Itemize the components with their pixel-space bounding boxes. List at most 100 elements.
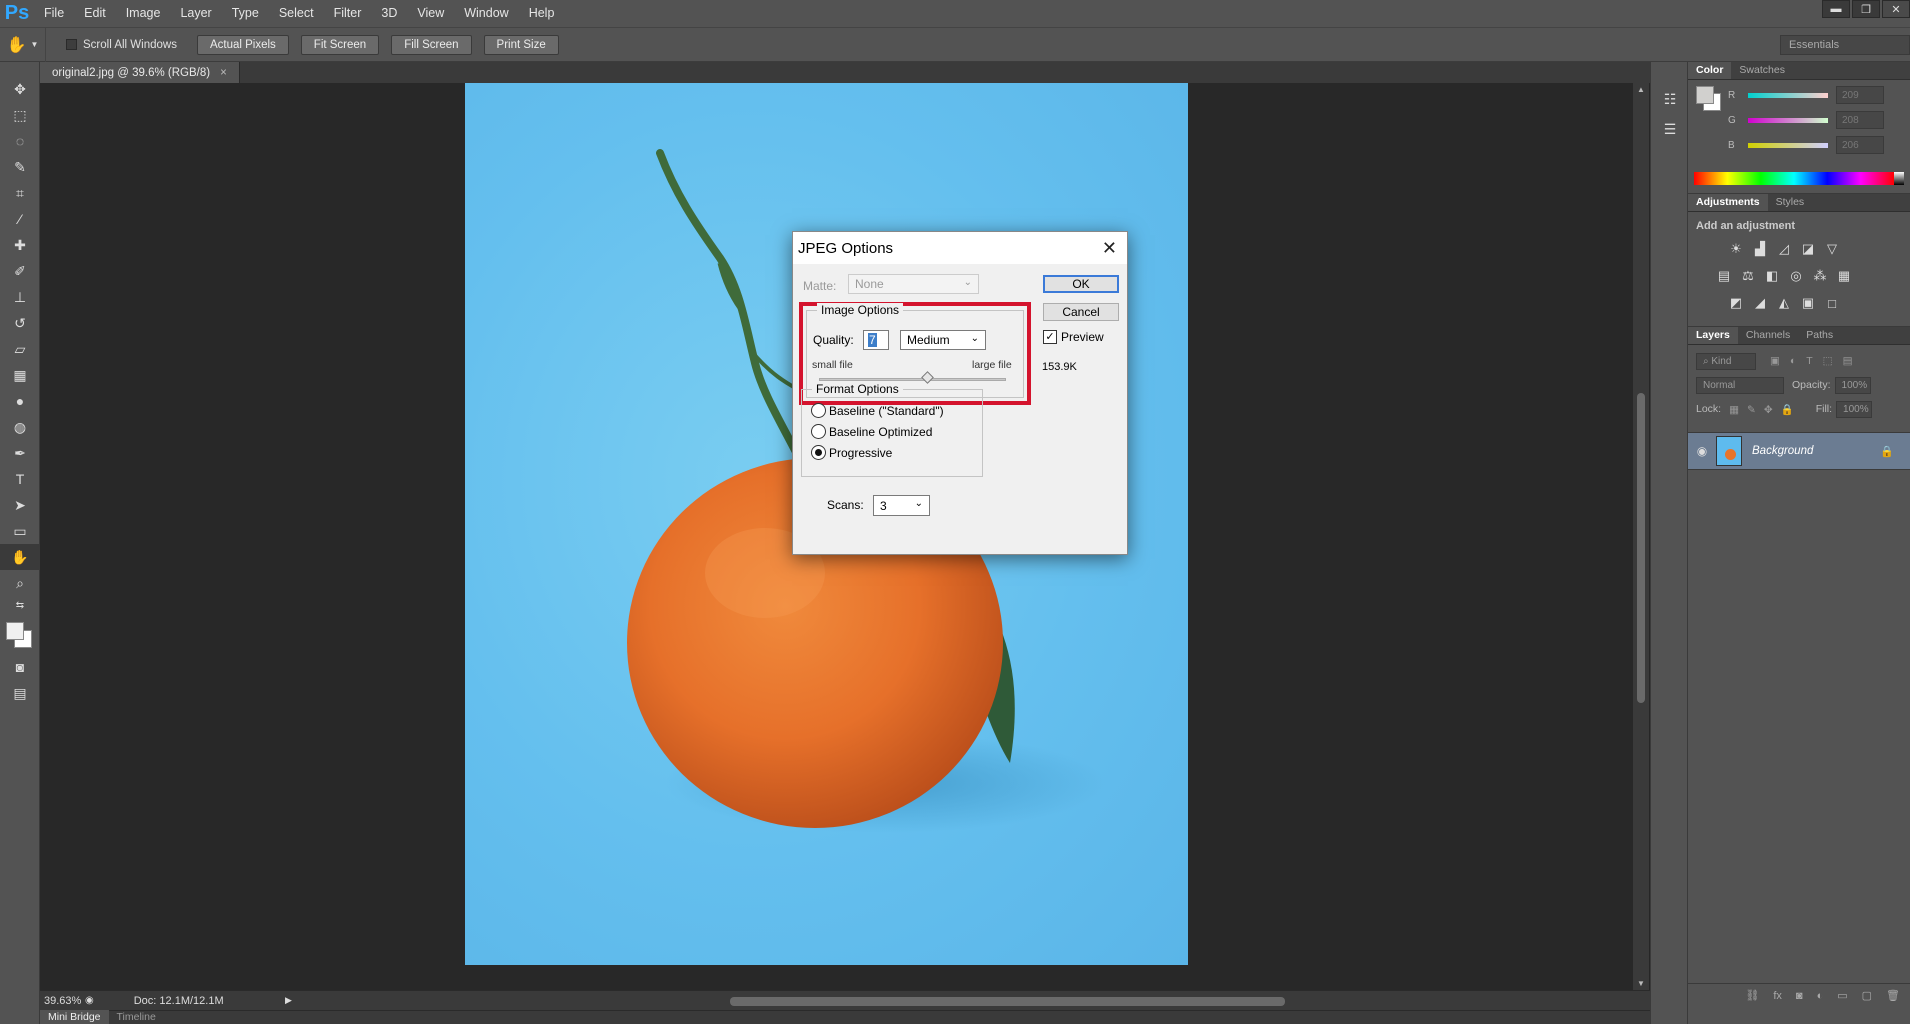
new-adjustment-icon[interactable]: ◐ xyxy=(1817,990,1824,1002)
zoom-level[interactable]: 39.63% xyxy=(40,995,85,1007)
menu-file[interactable]: File xyxy=(34,0,74,27)
scroll-all-windows-checkbox[interactable]: Scroll All Windows xyxy=(66,39,177,51)
blend-mode-select[interactable]: Normal xyxy=(1696,376,1784,394)
document-tab[interactable]: original2.jpg @ 39.6% (RGB/8) × xyxy=(40,62,240,83)
lock-icons[interactable]: ▦✎✥🔒 xyxy=(1729,403,1802,416)
fill-screen-button[interactable]: Fill Screen xyxy=(391,34,472,55)
channel-b-value[interactable]: 206 xyxy=(1836,136,1884,154)
lasso-tool-icon[interactable]: ◌ xyxy=(0,128,40,154)
color-foreground-swatch[interactable] xyxy=(1696,86,1714,104)
black-white-ramp[interactable] xyxy=(1894,172,1904,185)
menu-filter[interactable]: Filter xyxy=(324,0,372,27)
radio-baseline-optimized[interactable] xyxy=(811,424,826,439)
layer-filter-icons[interactable]: ▣◐T⬚▤ xyxy=(1770,355,1863,367)
scroll-up-icon[interactable]: ▲ xyxy=(1637,85,1645,94)
zoom-tool-icon[interactable]: ⌕ xyxy=(0,570,40,596)
fit-screen-button[interactable]: Fit Screen xyxy=(300,34,380,55)
preview-checkbox[interactable]: ✓ xyxy=(1043,330,1057,344)
close-window-button[interactable]: ✕ xyxy=(1882,0,1910,18)
format-baseline-standard[interactable]: Baseline ("Standard") xyxy=(811,403,944,418)
curves-icon[interactable]: ◿ xyxy=(1772,238,1796,260)
vibrance-icon[interactable]: ▽ xyxy=(1820,238,1844,260)
menu-3d[interactable]: 3D xyxy=(371,0,407,27)
layer-name[interactable]: Background xyxy=(1752,445,1813,457)
quick-select-tool-icon[interactable]: ✎ xyxy=(0,154,40,180)
menu-type[interactable]: Type xyxy=(222,0,269,27)
brush-tool-icon[interactable]: ✐ xyxy=(0,258,40,284)
selective-color-icon[interactable]: □ xyxy=(1820,292,1844,314)
threshold-icon[interactable]: ◭ xyxy=(1772,292,1796,314)
hand-tool-preset-icon[interactable]: ✋ ▼ xyxy=(0,27,46,62)
preview-checkbox-row[interactable]: ✓ Preview xyxy=(1043,330,1104,344)
rectangle-tool-icon[interactable]: ▭ xyxy=(0,518,40,544)
layer-kind-filter[interactable]: ⌕ Kind xyxy=(1696,352,1756,370)
workspace-select[interactable]: Essentials xyxy=(1780,35,1910,55)
close-tab-icon[interactable]: × xyxy=(220,67,227,79)
clone-stamp-tool-icon[interactable]: ⊥ xyxy=(0,284,40,310)
ok-button[interactable]: OK xyxy=(1043,275,1119,293)
minimize-button[interactable]: ▬ xyxy=(1822,0,1850,18)
opacity-input[interactable]: 100% xyxy=(1834,376,1871,394)
quick-mask-icon[interactable]: ◙ xyxy=(0,654,40,680)
quality-slider-track[interactable] xyxy=(819,378,1006,381)
channel-r-value[interactable]: 209 xyxy=(1836,86,1884,104)
restore-button[interactable]: ❐ xyxy=(1852,0,1880,18)
scroll-down-icon[interactable]: ▼ xyxy=(1637,979,1645,988)
horizontal-scroll-thumb[interactable] xyxy=(730,997,1285,1006)
tab-styles[interactable]: Styles xyxy=(1768,194,1813,211)
levels-icon[interactable]: ▟ xyxy=(1748,238,1772,260)
menu-view[interactable]: View xyxy=(407,0,454,27)
gradient-map-icon[interactable]: ▣ xyxy=(1796,292,1820,314)
swap-colors-icon[interactable]: ⇆ xyxy=(0,596,40,614)
photo-filter-icon[interactable]: ◎ xyxy=(1784,265,1808,287)
menu-edit[interactable]: Edit xyxy=(74,0,116,27)
healing-brush-tool-icon[interactable]: ✚ xyxy=(0,232,40,258)
format-progressive[interactable]: Progressive xyxy=(811,445,892,460)
scans-select[interactable]: 3 ⌄ xyxy=(873,495,930,516)
color-lookup-icon[interactable]: ▦ xyxy=(1832,265,1856,287)
format-baseline-optimized[interactable]: Baseline Optimized xyxy=(811,424,932,439)
crop-tool-icon[interactable]: ⌗ xyxy=(0,180,40,206)
color-spectrum[interactable] xyxy=(1694,172,1894,185)
visibility-eye-icon[interactable]: ◉ xyxy=(1688,444,1716,458)
posterize-icon[interactable]: ◢ xyxy=(1748,292,1772,314)
gradient-tool-icon[interactable]: ▦ xyxy=(0,362,40,388)
channel-mixer-icon[interactable]: ⁂ xyxy=(1808,265,1832,287)
tab-paths[interactable]: Paths xyxy=(1798,327,1841,344)
layer-background[interactable]: ◉ Background 🔒 xyxy=(1688,432,1910,470)
channel-b-slider[interactable] xyxy=(1748,142,1828,148)
menu-select[interactable]: Select xyxy=(269,0,324,27)
tab-color[interactable]: Color xyxy=(1688,62,1732,79)
eraser-tool-icon[interactable]: ▱ xyxy=(0,336,40,362)
menu-window[interactable]: Window xyxy=(454,0,518,27)
history-panel-icon[interactable]: ☷ xyxy=(1651,84,1689,114)
screen-mode-icon[interactable]: ▤ xyxy=(0,680,40,706)
quality-input[interactable]: 7 xyxy=(863,330,889,350)
properties-panel-icon[interactable]: ☰ xyxy=(1651,114,1689,144)
brightness-contrast-icon[interactable]: ☀ xyxy=(1724,238,1748,260)
add-mask-icon[interactable]: ◙ xyxy=(1796,990,1803,1002)
tab-swatches[interactable]: Swatches xyxy=(1731,62,1793,79)
eyedropper-tool-icon[interactable]: ⁄ xyxy=(0,206,40,232)
matte-select[interactable]: None ⌄ xyxy=(848,274,979,294)
tab-layers[interactable]: Layers xyxy=(1688,327,1738,344)
delete-layer-icon[interactable]: 🗑 xyxy=(1886,989,1900,1002)
tab-mini-bridge[interactable]: Mini Bridge xyxy=(40,1010,109,1024)
fx-icon[interactable]: fx xyxy=(1773,990,1782,1002)
menu-layer[interactable]: Layer xyxy=(170,0,221,27)
pen-tool-icon[interactable]: ✒ xyxy=(0,440,40,466)
type-tool-icon[interactable]: T xyxy=(0,466,40,492)
horizontal-scrollbar[interactable] xyxy=(340,994,1650,1008)
color-balance-icon[interactable]: ⚖ xyxy=(1736,265,1760,287)
vertical-scrollbar[interactable]: ▲ ▼ xyxy=(1633,83,1649,990)
tab-timeline[interactable]: Timeline xyxy=(109,1010,164,1024)
color-swatches[interactable] xyxy=(0,614,40,654)
link-layers-icon[interactable]: ⛓ xyxy=(1745,989,1759,1002)
blur-tool-icon[interactable]: ● xyxy=(0,388,40,414)
hue-saturation-icon[interactable]: ▤ xyxy=(1712,265,1736,287)
status-menu-arrow-icon[interactable]: ▶ xyxy=(285,995,292,1006)
quality-preset-select[interactable]: Medium ⌄ xyxy=(900,330,986,350)
tab-channels[interactable]: Channels xyxy=(1738,327,1798,344)
menu-image[interactable]: Image xyxy=(116,0,171,27)
channel-g-value[interactable]: 208 xyxy=(1836,111,1884,129)
